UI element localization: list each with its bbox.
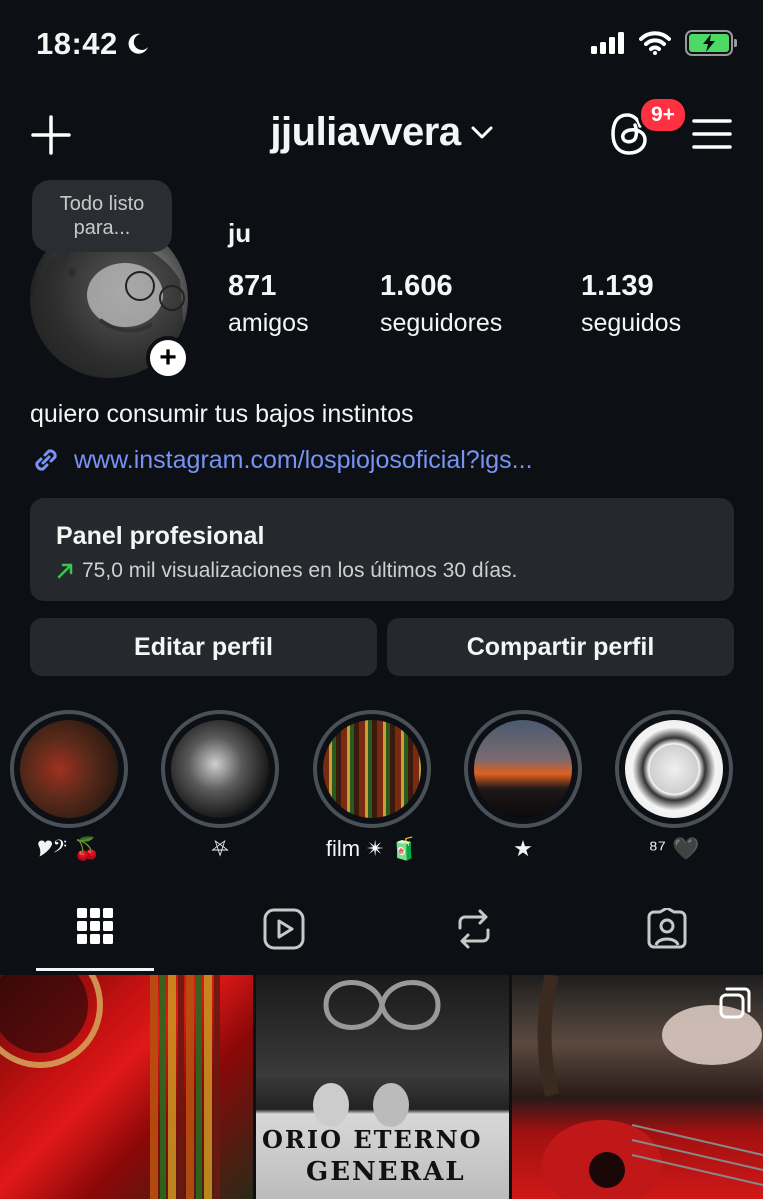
moon-icon: [128, 33, 148, 54]
stat-friends[interactable]: 871 amigos: [228, 270, 309, 338]
edit-profile-button[interactable]: Editar perfil: [30, 618, 377, 676]
highlight-4-label: ★: [513, 836, 533, 861]
status-time: 18:42: [36, 26, 150, 62]
stat-followers[interactable]: 1.606 seguidores: [380, 270, 502, 338]
highlight-3-cover: [323, 720, 421, 818]
highlight-4-cover: [474, 720, 572, 818]
post-1-image: [0, 975, 220, 1199]
grid-icon: [77, 908, 113, 944]
tagged-icon: [647, 908, 687, 949]
status-indicators: [591, 30, 737, 56]
highlight-5[interactable]: ⁸⁷ 🖤: [615, 710, 733, 862]
note-bubble-tail-small: [68, 268, 76, 276]
stat-following-value: 1.139: [581, 270, 654, 302]
panel-title: Panel profesional: [56, 522, 265, 550]
highlight-2-cover: [171, 720, 269, 818]
notification-badge: 9+: [638, 96, 688, 134]
highlight-5-label: ⁸⁷ 🖤: [648, 836, 700, 861]
stat-friends-value: 871: [228, 270, 277, 302]
reels-icon: [263, 908, 305, 950]
tab-reels[interactable]: [204, 908, 364, 950]
highlight-2[interactable]: ⛧: [161, 710, 279, 862]
tab-posts[interactable]: [15, 908, 175, 944]
chevron-down-icon: [471, 126, 493, 138]
add-story-button[interactable]: +: [146, 336, 190, 380]
highlight-1[interactable]: 🎔𝄢 🍒: [10, 710, 128, 862]
note-bubble-tail: [56, 248, 70, 262]
share-profile-button[interactable]: Compartir perfil: [387, 618, 734, 676]
display-name: ju: [228, 218, 252, 248]
post-3[interactable]: [512, 975, 763, 1199]
stat-friends-label: amigos: [228, 309, 309, 337]
stat-followers-label: seguidores: [380, 309, 503, 337]
tab-tagged[interactable]: [587, 908, 747, 950]
stat-following[interactable]: 1.139 seguidos: [581, 270, 681, 338]
signal-icon: [591, 32, 624, 54]
battery-icon: [685, 30, 737, 56]
post-2[interactable]: ORIO ETERNO GENERAL: [256, 975, 509, 1199]
note-bubble[interactable]: Todo listo para...: [32, 180, 172, 252]
username: jjuliavvera: [270, 110, 461, 154]
profile-link[interactable]: www.instagram.com/lospiojosoficial?igs..…: [30, 444, 533, 476]
highlight-1-cover: [20, 720, 118, 818]
post-1[interactable]: [0, 975, 253, 1199]
post-2-banner-line2: GENERAL: [306, 1157, 466, 1187]
trend-arrow-icon: [57, 563, 73, 579]
highlight-3[interactable]: film ✴ 🧃: [313, 710, 431, 862]
multi-post-icon: [719, 987, 751, 1019]
wifi-icon: [639, 31, 671, 55]
bio-text: quiero consumir tus bajos instintos: [30, 400, 414, 428]
highlight-1-label: 🎔𝄢 🍒: [37, 836, 101, 861]
link-icon: [35, 449, 57, 471]
tab-reposts[interactable]: [394, 908, 554, 950]
reposts-icon: [458, 909, 490, 949]
stat-following-label: seguidos: [581, 309, 682, 337]
stat-followers-value: 1.606: [380, 270, 453, 302]
panel-subtitle-row: 75,0 mil visualizaciones en los últimos …: [56, 559, 708, 583]
highlight-4[interactable]: ★: [464, 710, 582, 862]
menu-icon[interactable]: [692, 118, 732, 150]
profile-link-text: www.instagram.com/lospiojosoficial?igs..…: [74, 445, 533, 474]
post-2-banner-line1: ORIO ETERNO: [262, 1125, 483, 1154]
panel-subtitle: 75,0 mil visualizaciones en los últimos …: [82, 559, 518, 582]
highlight-2-label: ⛧: [211, 836, 229, 861]
active-tab-indicator: [36, 968, 154, 971]
highlight-5-cover: [625, 720, 723, 818]
highlight-3-label: film ✴ 🧃: [325, 836, 419, 861]
professional-dashboard[interactable]: Panel profesional 75,0 mil visualizacion…: [30, 498, 734, 601]
